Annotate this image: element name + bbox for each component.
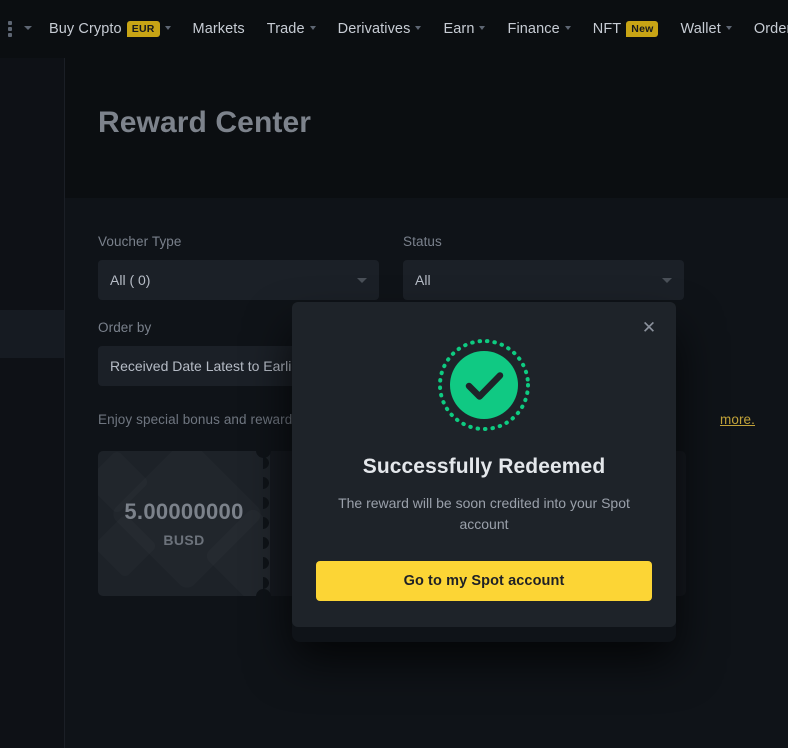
chevron-down-icon	[24, 26, 32, 30]
nav-item-label: Markets	[192, 21, 245, 37]
voucher-amount: 5.00000000	[124, 499, 244, 524]
voucher-amount-section: 5.00000000 BUSD	[98, 451, 270, 596]
status-select-value: All	[415, 272, 431, 288]
nav-item-label: Buy Crypto	[49, 21, 122, 37]
check-circle-icon	[436, 337, 532, 433]
filter-status: Status All	[403, 234, 684, 300]
modal-title: Successfully Redeemed	[362, 455, 606, 478]
close-icon[interactable]: ✕	[636, 314, 662, 340]
nav-item-label: Orders	[753, 21, 788, 37]
nav-badge-new: New	[626, 21, 659, 37]
sidebar-item-active[interactable]	[0, 310, 64, 358]
chevron-down-icon	[662, 278, 672, 283]
nav-item-wallet[interactable]: Wallet	[669, 9, 742, 49]
nav-item-label: Trade	[266, 21, 305, 37]
page-title: Reward Center	[98, 106, 312, 139]
nav-item-label: Wallet	[680, 21, 721, 37]
chevron-down-icon	[164, 26, 171, 30]
sidebar	[0, 58, 65, 748]
filter-row-primary: Voucher Type All ( 0) Status All	[98, 234, 755, 300]
chevron-down-icon	[725, 26, 732, 30]
nav-item-earn[interactable]: Earn	[432, 9, 496, 49]
nav-item-label: Derivatives	[337, 21, 411, 37]
app-root: Buy Crypto EUR Markets Trade Derivatives…	[0, 0, 788, 748]
nav-item-nft[interactable]: NFT New	[582, 9, 670, 49]
nav-item-label: NFT	[592, 21, 622, 37]
nav-item-finance[interactable]: Finance	[496, 9, 581, 49]
nav-item-buy-crypto[interactable]: Buy Crypto EUR	[38, 9, 182, 49]
nav-item-orders[interactable]: Orders	[743, 9, 788, 49]
nav-badge-eur: EUR	[126, 21, 160, 37]
nav-item-label: Finance	[507, 21, 560, 37]
chevron-down-icon	[479, 26, 486, 30]
order-by-select-value: Received Date Latest to Earliest	[110, 358, 310, 374]
chevron-down-icon	[357, 278, 367, 283]
page-header: Reward Center	[65, 58, 788, 198]
filter-voucher-type: Voucher Type All ( 0)	[98, 234, 379, 300]
apps-grid-icon	[8, 21, 12, 37]
chevron-down-icon	[564, 26, 571, 30]
filter-label-voucher-type: Voucher Type	[98, 234, 182, 249]
modal-description: The reward will be soon credited into yo…	[338, 495, 630, 532]
voucher-type-select[interactable]: All ( 0)	[98, 260, 379, 300]
promo-learn-more-link[interactable]: more.	[720, 412, 755, 427]
nav-item-markets[interactable]: Markets	[182, 9, 256, 49]
top-navigation-bar: Buy Crypto EUR Markets Trade Derivatives…	[0, 0, 788, 58]
apps-menu-button[interactable]	[4, 9, 38, 49]
status-select[interactable]: All	[403, 260, 684, 300]
chevron-down-icon	[415, 26, 422, 30]
success-modal: ✕ Successfully Redeemed The reward will …	[292, 302, 676, 627]
nav-item-label: Earn	[443, 21, 475, 37]
chevron-down-icon	[309, 26, 316, 30]
go-to-spot-account-button[interactable]: Go to my Spot account	[316, 561, 652, 601]
voucher-type-select-value: All ( 0)	[110, 272, 151, 288]
nav-item-derivatives[interactable]: Derivatives	[327, 9, 433, 49]
nav-item-trade[interactable]: Trade	[256, 9, 327, 49]
voucher-currency: BUSD	[163, 532, 205, 548]
filter-label-status: Status	[403, 234, 442, 249]
